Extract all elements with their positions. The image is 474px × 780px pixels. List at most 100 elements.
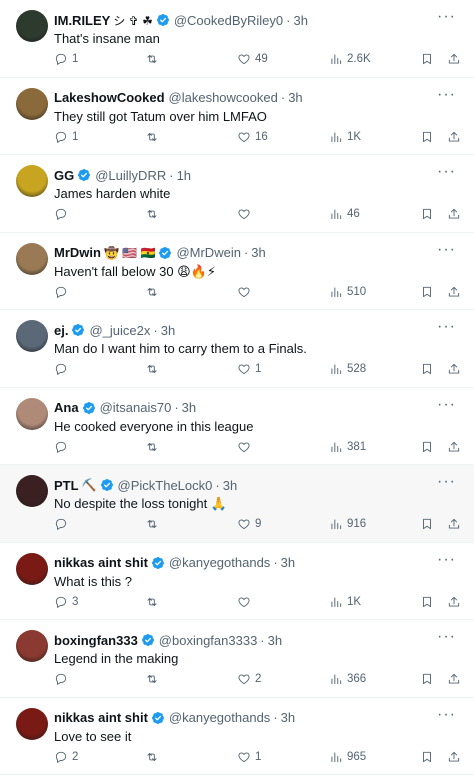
- display-name[interactable]: GG: [54, 168, 74, 183]
- timestamp[interactable]: 1h: [177, 168, 191, 183]
- share-button[interactable]: [447, 517, 461, 531]
- display-name[interactable]: LakeshowCooked: [54, 90, 165, 105]
- tweet[interactable]: MrDwin 🤠 🇺🇸 🇬🇭 @MrDwein · 3h ··· Haven't…: [0, 232, 474, 310]
- views-button[interactable]: 510: [329, 285, 366, 299]
- tweet[interactable]: IM.RILEY シ ✞ ☘ @CookedByRiley0 · 3h ··· …: [0, 0, 474, 78]
- reply-button[interactable]: [54, 207, 72, 221]
- tweet[interactable]: nikkas aint shit @kanyegothands · 3h ···…: [0, 542, 474, 620]
- reply-button[interactable]: 1: [54, 130, 78, 144]
- avatar[interactable]: [16, 320, 48, 352]
- share-button[interactable]: [447, 130, 461, 144]
- display-name[interactable]: boxingfan333: [54, 633, 138, 648]
- reply-button[interactable]: [54, 440, 72, 454]
- user-handle[interactable]: @kanyegothands: [169, 555, 270, 570]
- like-button[interactable]: 49: [237, 52, 268, 66]
- user-handle[interactable]: @MrDwein: [176, 245, 240, 260]
- retweet-button[interactable]: [145, 130, 163, 144]
- share-button[interactable]: [447, 750, 461, 764]
- reply-button[interactable]: [54, 517, 72, 531]
- reply-button[interactable]: [54, 362, 72, 376]
- views-button[interactable]: 965: [329, 750, 366, 764]
- like-button[interactable]: [237, 440, 255, 454]
- share-button[interactable]: [447, 440, 461, 454]
- views-button[interactable]: 366: [329, 672, 366, 686]
- retweet-button[interactable]: [145, 672, 163, 686]
- more-options-icon[interactable]: ···: [437, 241, 456, 257]
- avatar[interactable]: [16, 552, 48, 585]
- tweet[interactable]: boxingfan333 @boxingfan3333 · 3h ··· Leg…: [0, 620, 474, 698]
- timestamp[interactable]: 3h: [288, 90, 302, 105]
- display-name[interactable]: nikkas aint shit: [54, 555, 148, 570]
- more-options-icon[interactable]: ···: [437, 164, 456, 180]
- reply-button[interactable]: 2: [54, 750, 78, 764]
- timestamp[interactable]: 3h: [251, 245, 265, 260]
- retweet-button[interactable]: [145, 440, 163, 454]
- more-options-icon[interactable]: ···: [437, 706, 456, 722]
- timestamp[interactable]: 3h: [161, 323, 175, 338]
- tweet[interactable]: GG @LuillyDRR · 1h ··· James harden whit…: [0, 155, 474, 233]
- display-name[interactable]: IM.RILEY: [54, 13, 110, 28]
- retweet-button[interactable]: [145, 595, 163, 609]
- more-options-icon[interactable]: ···: [437, 319, 456, 335]
- bookmark-button[interactable]: [420, 52, 434, 66]
- retweet-button[interactable]: [145, 517, 163, 531]
- retweet-button[interactable]: [145, 285, 163, 299]
- avatar[interactable]: [16, 707, 48, 740]
- more-options-icon[interactable]: ···: [437, 629, 456, 645]
- tweet[interactable]: nikkas aint shit @kanyegothands · 3h ···…: [0, 697, 474, 775]
- avatar[interactable]: [16, 10, 48, 42]
- share-button[interactable]: [447, 207, 461, 221]
- views-button[interactable]: 916: [329, 517, 366, 531]
- timestamp[interactable]: 3h: [182, 400, 196, 415]
- more-options-icon[interactable]: ···: [437, 9, 456, 25]
- display-name[interactable]: MrDwin: [54, 245, 101, 260]
- more-options-icon[interactable]: ···: [437, 474, 456, 490]
- share-button[interactable]: [447, 672, 461, 686]
- bookmark-button[interactable]: [420, 595, 434, 609]
- bookmark-button[interactable]: [420, 672, 434, 686]
- like-button[interactable]: [237, 207, 255, 221]
- reply-button[interactable]: [54, 285, 72, 299]
- reply-button[interactable]: [54, 672, 72, 686]
- user-handle[interactable]: @lakeshowcooked: [169, 90, 278, 105]
- views-button[interactable]: 1K: [329, 595, 361, 609]
- user-handle[interactable]: @CookedByRiley0: [174, 13, 283, 28]
- display-name[interactable]: ej.: [54, 323, 68, 338]
- timestamp[interactable]: 3h: [293, 13, 307, 28]
- bookmark-button[interactable]: [420, 440, 434, 454]
- bookmark-button[interactable]: [420, 750, 434, 764]
- user-handle[interactable]: @PickTheLock0: [118, 478, 213, 493]
- more-options-icon[interactable]: ···: [437, 551, 456, 567]
- views-button[interactable]: 46: [329, 207, 360, 221]
- avatar[interactable]: [16, 475, 48, 507]
- avatar[interactable]: [16, 242, 48, 275]
- like-button[interactable]: 16: [237, 130, 268, 144]
- share-button[interactable]: [447, 362, 461, 376]
- user-handle[interactable]: @boxingfan3333: [159, 633, 258, 648]
- retweet-button[interactable]: [145, 52, 163, 66]
- views-button[interactable]: 528: [329, 362, 366, 376]
- timestamp[interactable]: 3h: [223, 478, 237, 493]
- timestamp[interactable]: 3h: [268, 633, 282, 648]
- like-button[interactable]: 2: [237, 672, 261, 686]
- user-handle[interactable]: @LuillyDRR: [95, 168, 166, 183]
- like-button[interactable]: [237, 595, 255, 609]
- like-button[interactable]: [237, 285, 255, 299]
- display-name[interactable]: nikkas aint shit: [54, 710, 148, 725]
- views-button[interactable]: 1K: [329, 130, 361, 144]
- display-name[interactable]: PTL: [54, 478, 79, 493]
- tweet[interactable]: PTL ⛏️ @PickTheLock0 · 3h ··· No despite…: [0, 465, 474, 543]
- bookmark-button[interactable]: [420, 517, 434, 531]
- share-button[interactable]: [447, 285, 461, 299]
- avatar[interactable]: [16, 165, 48, 197]
- retweet-button[interactable]: [145, 207, 163, 221]
- views-button[interactable]: 381: [329, 440, 366, 454]
- avatar[interactable]: [16, 630, 48, 662]
- like-button[interactable]: 9: [237, 517, 261, 531]
- timestamp[interactable]: 3h: [281, 555, 295, 570]
- like-button[interactable]: 1: [237, 750, 261, 764]
- share-button[interactable]: [447, 595, 461, 609]
- more-options-icon[interactable]: ···: [437, 86, 456, 102]
- display-name[interactable]: Ana: [54, 400, 79, 415]
- like-button[interactable]: 1: [237, 362, 261, 376]
